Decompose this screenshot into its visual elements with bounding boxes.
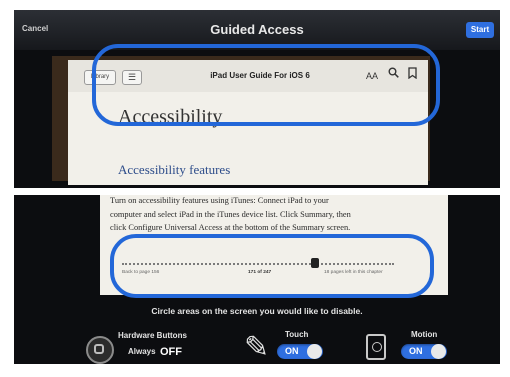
book-text-line: click Configure Universal Access at the …: [110, 223, 351, 232]
toggle-knob: [431, 344, 446, 359]
home-button-icon: [86, 336, 114, 364]
motion-toggle-state: ON: [409, 346, 423, 356]
nav-title: Guided Access: [210, 22, 304, 37]
touch-toggle[interactable]: ON: [277, 344, 323, 359]
book-text-line: computer and select iPad in the iTunes d…: [110, 210, 351, 219]
hardware-status: OFF: [160, 346, 182, 358]
section-subheading: Accessibility features: [118, 162, 231, 177]
motion-label: Motion: [411, 330, 438, 339]
hardware-buttons-label: Hardware Buttons: [118, 331, 187, 340]
toggle-knob: [307, 344, 322, 359]
instruction-text: Circle areas on the screen you would lik…: [151, 306, 363, 316]
start-button[interactable]: Start: [466, 22, 494, 38]
book-text-line: Turn on accessibility features using iTu…: [110, 196, 329, 205]
motion-toggle[interactable]: ON: [401, 344, 447, 359]
touch-pen-icon: ✎: [244, 331, 270, 364]
touch-toggle-state: ON: [285, 346, 299, 356]
circled-area-top: [92, 44, 440, 126]
circled-area-bottom: [110, 234, 434, 298]
hardware-status-prefix: Always: [128, 347, 156, 356]
motion-device-icon: [366, 334, 386, 360]
touch-label: Touch: [285, 330, 309, 339]
